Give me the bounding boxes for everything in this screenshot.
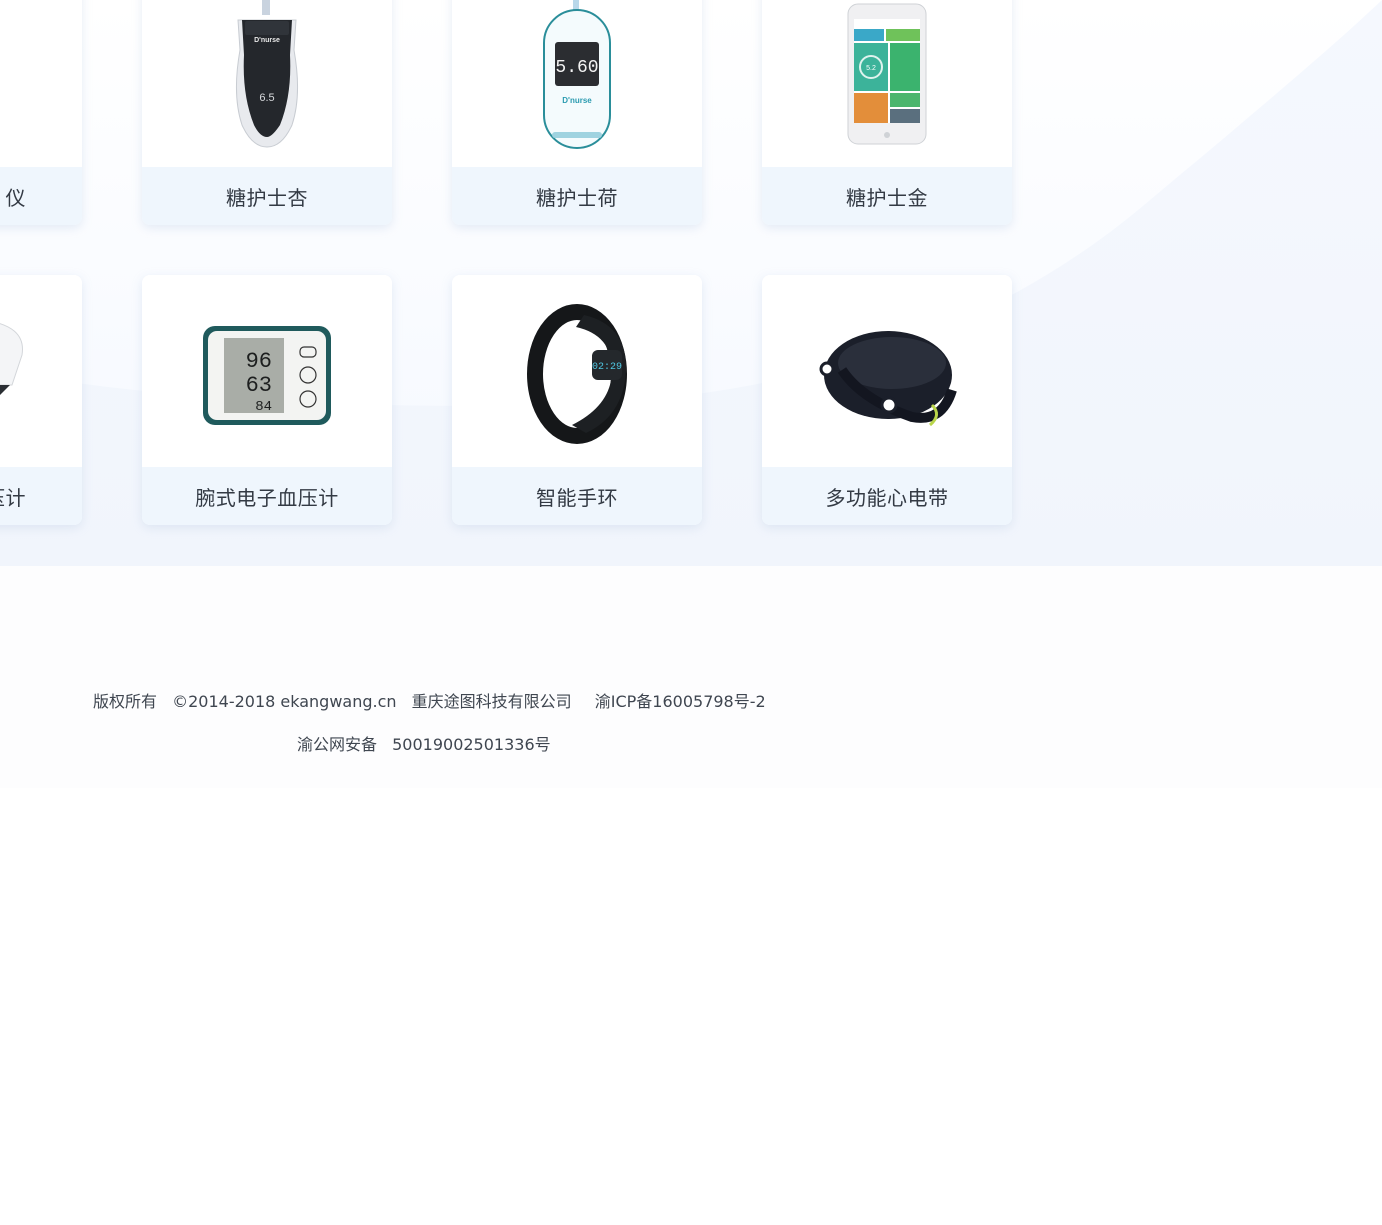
product-label: 腕式电子血压计: [195, 485, 339, 510]
product-image-area: [0, 275, 82, 467]
smart-glucose-phone-icon: 5.2: [847, 3, 927, 145]
copyright-years[interactable]: ©2014-2018 ekangwang.cn: [172, 692, 396, 711]
product-label: 仪: [5, 185, 26, 210]
products-section: 仪 D'nurse 6.5 糖护士杏 5.60 D'nurse 糖护士荷 5.2…: [0, 0, 1382, 566]
meter-reading: 6.5: [259, 92, 274, 104]
smart-band-icon: 02:29: [527, 304, 627, 444]
svg-text:D'nurse: D'nurse: [254, 37, 280, 44]
product-image-area: D'nurse 6.5: [142, 0, 392, 167]
product-label-area: 仪: [0, 167, 82, 225]
product-card-glucose-meter-white[interactable]: 5.60 D'nurse 糖护士荷: [452, 0, 702, 225]
product-card-arm-bp-partial[interactable]: 压计: [0, 275, 82, 525]
product-image-area: [0, 0, 82, 167]
product-label-area: 糖护士杏: [142, 167, 392, 225]
product-label: 糖护士荷: [536, 185, 618, 210]
bp-systolic: 96: [246, 349, 272, 374]
arm-cuff-partial-icon: [0, 323, 23, 395]
product-label-area: 糖护士荷: [452, 167, 702, 225]
product-label: 智能手环: [536, 485, 618, 510]
ecg-chest-strap-icon: [819, 331, 957, 427]
footer-copyright-line: 版权所有 ©2014-2018 ekangwang.cn 重庆途图科技有限公司 …: [93, 688, 776, 712]
product-image-area: [762, 275, 1012, 467]
product-label-area: 腕式电子血压计: [142, 467, 392, 525]
product-card-wrist-bp-monitor[interactable]: 96 63 84 腕式电子血压计: [142, 275, 392, 525]
police-number-link[interactable]: 50019002501336号: [392, 735, 551, 754]
product-label-area: 糖护士金: [762, 167, 1012, 225]
product-image-area: 5.2: [762, 0, 1012, 167]
bp-pulse: 84: [255, 399, 272, 415]
wrist-blood-pressure-monitor-icon: 96 63 84: [203, 326, 331, 425]
footer-police-line: 渝公网安备 50019002501336号: [297, 731, 561, 755]
band-time: 02:29: [592, 362, 622, 373]
product-card-ecg-strap[interactable]: 多功能心电带: [762, 275, 1012, 525]
police-label: 渝公网安备: [297, 735, 378, 754]
product-label: 糖护士金: [846, 185, 928, 210]
product-label-area: 智能手环: [452, 467, 702, 525]
product-card-glucose-meter-partial[interactable]: 仪: [0, 0, 82, 225]
product-image-area: 5.60 D'nurse: [452, 0, 702, 167]
product-card-smart-band[interactable]: 02:29 智能手环: [452, 275, 702, 525]
phone-reading: 5.2: [866, 65, 876, 72]
page: 仪 D'nurse 6.5 糖护士杏 5.60 D'nurse 糖护士荷 5.2…: [0, 0, 1382, 1225]
product-label-area: 多功能心电带: [762, 467, 1012, 525]
company-name: 重庆途图科技有限公司: [411, 692, 572, 711]
icp-link[interactable]: 渝ICP备16005798号-2: [595, 692, 766, 711]
product-image-area: 96 63 84: [142, 275, 392, 467]
glucose-meter-white-icon: 5.60 D'nurse: [543, 0, 611, 149]
product-card-glucose-meter-black[interactable]: D'nurse 6.5 糖护士杏: [142, 0, 392, 225]
product-label: 糖护士杏: [226, 185, 308, 210]
footer-band: [0, 566, 1382, 788]
svg-text:D'nurse: D'nurse: [562, 96, 592, 105]
product-card-smart-glucose-phone[interactable]: 5.2 糖护士金: [762, 0, 1012, 225]
copyright-label: 版权所有: [93, 692, 158, 711]
bp-diastolic: 63: [246, 373, 272, 398]
glucose-meter-black-icon: D'nurse 6.5: [235, 0, 299, 148]
product-label: 压计: [0, 485, 26, 510]
product-image-area: 02:29: [452, 275, 702, 467]
product-label: 多功能心电带: [825, 485, 949, 510]
product-label-area: 压计: [0, 467, 82, 525]
meter-reading: 5.60: [555, 58, 598, 78]
